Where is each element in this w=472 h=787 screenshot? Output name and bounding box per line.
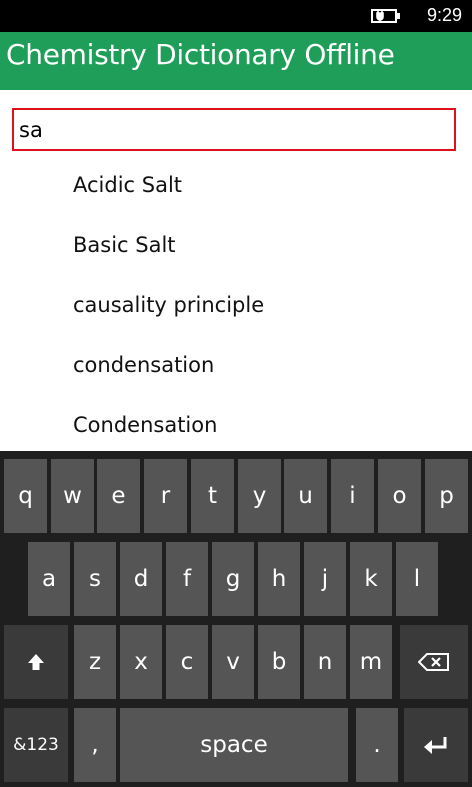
key-r[interactable]: r (144, 459, 187, 533)
key-s[interactable]: s (74, 542, 116, 616)
key-o[interactable]: o (378, 459, 421, 533)
symbols-key[interactable]: &123 (4, 708, 68, 782)
key-l[interactable]: l (396, 542, 438, 616)
results-list: Acidic Salt Basic Salt causality princip… (73, 164, 264, 464)
key-m[interactable]: m (350, 625, 392, 699)
key-q[interactable]: q (4, 459, 47, 533)
key-v[interactable]: v (212, 625, 254, 699)
key-n[interactable]: n (304, 625, 346, 699)
battery-charging-icon (371, 9, 400, 23)
space-key[interactable]: space (120, 708, 348, 782)
app-header: Chemistry Dictionary Offline (0, 32, 472, 90)
search-input[interactable] (14, 110, 454, 149)
comma-key[interactable]: , (74, 708, 116, 782)
period-key[interactable]: . (356, 708, 398, 782)
key-b[interactable]: b (258, 625, 300, 699)
key-y[interactable]: y (238, 459, 281, 533)
backspace-key[interactable] (400, 625, 468, 699)
status-time: 9:29 (426, 5, 462, 25)
key-p[interactable]: p (425, 459, 468, 533)
onscreen-keyboard: q w e r t y u i o p a s d f g h j k l z … (0, 451, 472, 787)
key-u[interactable]: u (284, 459, 327, 533)
key-g[interactable]: g (212, 542, 254, 616)
key-k[interactable]: k (350, 542, 392, 616)
backspace-icon (418, 653, 449, 671)
key-j[interactable]: j (304, 542, 346, 616)
key-h[interactable]: h (258, 542, 300, 616)
enter-key[interactable] (404, 708, 468, 782)
shift-arrow-icon (28, 654, 44, 670)
status-bar: 9:29 (0, 0, 472, 32)
key-w[interactable]: w (51, 459, 94, 533)
key-z[interactable]: z (74, 625, 116, 699)
list-item[interactable]: Basic Salt (73, 224, 264, 284)
list-item[interactable]: condensation (73, 344, 264, 404)
key-t[interactable]: t (191, 459, 234, 533)
key-a[interactable]: a (28, 542, 70, 616)
list-item[interactable]: causality principle (73, 284, 264, 344)
list-item[interactable]: Acidic Salt (73, 164, 264, 224)
key-i[interactable]: i (331, 459, 374, 533)
app-title: Chemistry Dictionary Offline (6, 38, 395, 71)
enter-icon (424, 737, 447, 754)
shift-key[interactable] (4, 625, 68, 699)
search-box[interactable] (12, 108, 456, 151)
key-x[interactable]: x (120, 625, 162, 699)
key-d[interactable]: d (120, 542, 162, 616)
key-e[interactable]: e (97, 459, 140, 533)
key-f[interactable]: f (166, 542, 208, 616)
key-c[interactable]: c (166, 625, 208, 699)
